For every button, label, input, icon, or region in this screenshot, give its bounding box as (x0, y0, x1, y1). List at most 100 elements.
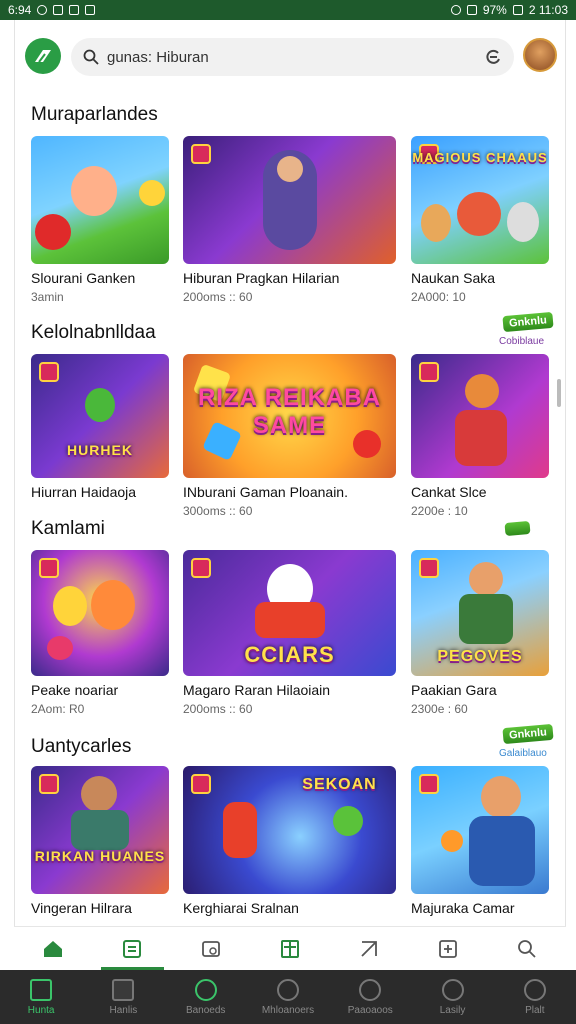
game-thumbnail (31, 550, 169, 676)
bottom-navigation: Hunta Hanlis Banoeds Mhloanoers Paaoaoos… (0, 970, 576, 1024)
section-title: Kelolnabnlldaa (31, 322, 156, 343)
avatar[interactable] (523, 38, 557, 72)
game-overlay-title: CCIARS (244, 642, 335, 667)
nav-item-circle[interactable]: Banoeds (165, 970, 247, 1024)
card-meta: 200oms :: 60 (183, 702, 253, 716)
nav-label: Banoeds (185, 1004, 226, 1016)
wifi-icon (450, 5, 461, 15)
category-tab-bar (14, 926, 566, 970)
card-meta: 2Aom: R0 (31, 702, 85, 716)
apps-icon (123, 939, 142, 958)
game-overlay-title: MAGIOUS CHAAUS (412, 150, 548, 165)
grid-icon (112, 978, 135, 1001)
nav-item-home[interactable]: Hunta (0, 970, 82, 1024)
film-icon (202, 940, 221, 957)
tab-edit[interactable] (329, 927, 408, 970)
game-thumbnail: RIZA REIKABA SAME (183, 354, 396, 478)
game-thumbnail (411, 354, 549, 478)
status-time-left: 6:94 (8, 3, 32, 17)
home-icon (44, 940, 63, 957)
settings-icon (359, 978, 382, 1001)
card-meta: 2200e : 10 (411, 504, 468, 518)
notification-icon (37, 5, 48, 15)
nav-item-run[interactable]: Mhloanoers (247, 970, 329, 1024)
tab-books[interactable] (251, 927, 330, 970)
photo-icon (85, 5, 96, 15)
main-content: Muraparlandes Slourani Ganken 3amin Hibu… (14, 94, 566, 926)
tab-apps[interactable] (93, 927, 172, 970)
tab-movies[interactable] (172, 927, 251, 970)
section-title: Muraparlandes (31, 104, 158, 125)
nav-label: Hunta (27, 1004, 55, 1016)
game-overlay-title: PEGOVES (437, 648, 523, 665)
tab-search[interactable] (487, 927, 566, 970)
status-time-right: 2 11:03 (528, 3, 568, 17)
section-title: Uantycarles (31, 736, 132, 757)
status-bar: 6:94 97% 2 11:03 (0, 0, 576, 20)
nav-label: Paaoaoos (347, 1004, 393, 1016)
circle-icon (194, 978, 217, 1001)
search-icon (517, 939, 536, 958)
search-input[interactable]: gunas: Hiburan (71, 38, 514, 76)
shield-icon (441, 978, 464, 1001)
card-meta: 300oms :: 60 (183, 504, 253, 518)
app-bar: gunas: Hiburan (14, 20, 566, 94)
search-icon (83, 49, 99, 65)
game-thumbnail: MAGIOUS CHAAUS (411, 136, 549, 264)
card-title: Magaro Raran Hilaoiain (183, 682, 331, 698)
scrollbar[interactable] (557, 379, 561, 407)
nav-label: Hanlis (109, 1004, 138, 1016)
section-badge (504, 520, 531, 537)
card-title: Kerghiarai Sralnan (183, 900, 299, 916)
tab-home[interactable] (14, 927, 93, 970)
section-subbadge: Galaiblauo (499, 748, 547, 759)
card-title: Slourani Ganken (31, 270, 136, 286)
edit-icon (361, 940, 377, 957)
signal-icon (466, 5, 477, 15)
nav-item-grid[interactable]: Hanlis (82, 970, 164, 1024)
app-icon (53, 5, 64, 15)
game-overlay-title: RIZA REIKABA SAME (197, 384, 382, 439)
nav-label: Mhloanoers (261, 1004, 315, 1016)
nav-item-settings[interactable]: Paaoaoos (329, 970, 411, 1024)
section-subbadge: Cobiblaue (499, 336, 545, 347)
game-thumbnail: PEGOVES (411, 550, 549, 676)
person-icon (523, 978, 546, 1001)
game-overlay-title: SEKOAN (302, 776, 377, 793)
tab-add[interactable] (408, 927, 487, 970)
section-badge: Gnknlu (502, 723, 554, 745)
game-thumbnail (31, 136, 169, 264)
nav-label: Lasily (439, 1004, 466, 1016)
run-icon (276, 978, 299, 1001)
card-title: Hiurran Haidaoja (31, 484, 137, 500)
nav-item-person[interactable]: Plalt (494, 970, 576, 1024)
card-meta: 3amin (31, 290, 64, 304)
voice-search-icon[interactable] (484, 48, 502, 66)
game-overlay-title: HURHEK (67, 442, 133, 458)
home-icon (30, 978, 53, 1001)
app-logo[interactable] (25, 38, 61, 74)
card-title: Vingeran Hilrara (31, 900, 132, 916)
status-battery: 97% (482, 3, 507, 17)
section-title: Kamlami (31, 518, 105, 539)
card-title: Cankat Slce (411, 484, 487, 500)
battery-icon (512, 5, 523, 15)
game-thumbnail: CCIARS (183, 550, 396, 676)
card-title: Peake noariar (31, 682, 119, 698)
game-thumbnail: HURHEK (31, 354, 169, 478)
card-title: Hiburan Pragkan Hilarian (183, 270, 340, 286)
nav-label: Plalt (525, 1004, 545, 1016)
book-icon (281, 939, 299, 958)
card-meta: 2A000: 10 (411, 290, 466, 304)
add-icon (438, 939, 457, 958)
nav-item-shield[interactable]: Lasily (411, 970, 493, 1024)
card-meta: 2300e : 60 (411, 702, 468, 716)
card-title: INburani Gaman Ploanain. (183, 484, 348, 500)
section-badge: Gnknlu (502, 311, 554, 333)
game-thumbnail (411, 766, 549, 894)
card-title: Naukan Saka (411, 270, 496, 286)
search-text: gunas: Hiburan (107, 48, 209, 66)
message-icon (69, 5, 80, 15)
logo-icon (35, 50, 51, 63)
game-thumbnail: RIRKAN HUANES (31, 766, 169, 894)
